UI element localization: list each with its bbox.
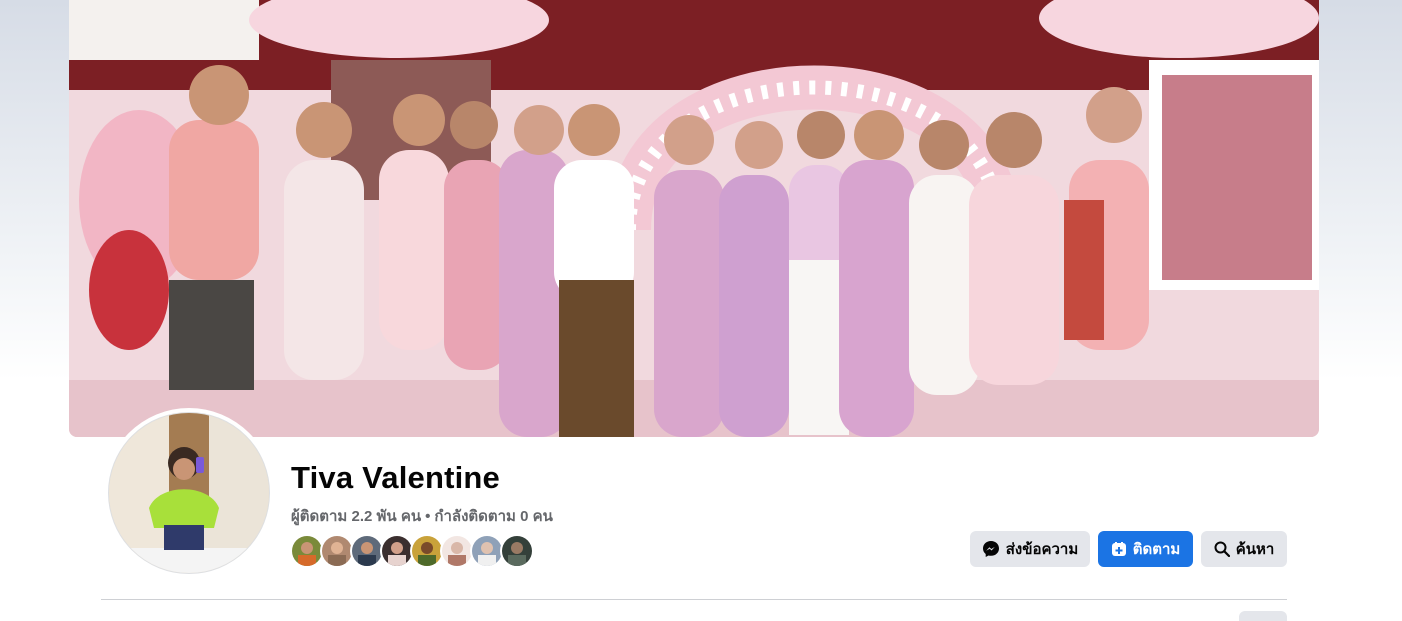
- friend-avatar[interactable]: [440, 534, 474, 568]
- search-button-label: ค้นหา: [1235, 541, 1275, 558]
- friend-avatar[interactable]: [500, 534, 534, 568]
- friend-avatar[interactable]: [350, 534, 384, 568]
- friend-avatar[interactable]: [290, 534, 324, 568]
- message-button[interactable]: ส่งข้อความ: [970, 531, 1090, 567]
- separator-dot: •: [425, 508, 431, 525]
- cover-photo[interactable]: [69, 0, 1319, 437]
- profile-page: Tiva Valentine ผู้ติดตาม 2.2 พัน คน • กำลั…: [0, 0, 1402, 621]
- search-icon: [1214, 541, 1230, 557]
- message-button-label: ส่งข้อความ: [1005, 541, 1079, 558]
- follow-stats: ผู้ติดตาม 2.2 พัน คน • กำลังติดตาม 0 คน: [291, 504, 553, 528]
- profile-name: Tiva Valentine: [291, 460, 500, 495]
- profile-picture[interactable]: [108, 412, 270, 574]
- friend-avatar-list: [290, 534, 534, 568]
- following-count-link[interactable]: กำลังติดตาม 0 คน: [434, 508, 553, 525]
- friend-avatar[interactable]: [410, 534, 444, 568]
- friend-avatar[interactable]: [470, 534, 504, 568]
- follow-page-icon: [1111, 541, 1127, 557]
- header-divider: [101, 599, 1287, 600]
- friend-avatar[interactable]: [380, 534, 414, 568]
- profile-picture-image: [109, 413, 269, 573]
- messenger-icon: [982, 540, 1000, 558]
- cover-photo-image: [69, 0, 1319, 437]
- follow-button-label: ติดตาม: [1132, 541, 1181, 558]
- search-button[interactable]: ค้นหา: [1201, 531, 1287, 567]
- followers-count-link[interactable]: ผู้ติดตาม 2.2 พัน คน: [291, 508, 421, 525]
- profile-picture-frame[interactable]: [104, 408, 274, 578]
- more-options-button[interactable]: [1239, 611, 1287, 621]
- friend-avatar[interactable]: [320, 534, 354, 568]
- follow-button[interactable]: ติดตาม: [1098, 531, 1193, 567]
